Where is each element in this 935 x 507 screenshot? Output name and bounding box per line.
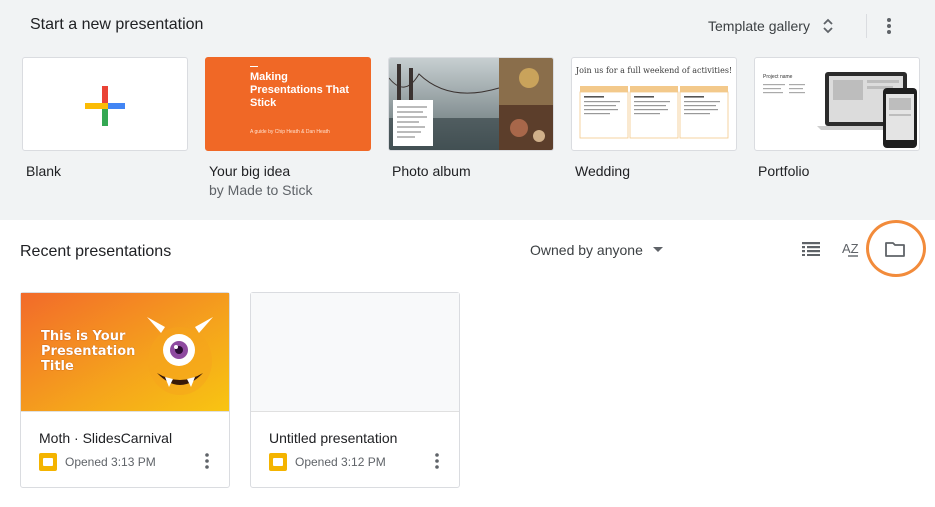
list-view-icon (802, 242, 820, 256)
divider (866, 14, 867, 38)
photo-album-illustration (389, 58, 553, 150)
dropdown-arrow-icon (652, 247, 663, 252)
thumb-title: Making Presentations That Stick (250, 71, 350, 109)
template-section: Start a new presentation Template galler… (0, 0, 935, 220)
owner-filter-label: Owned by anyone (530, 242, 643, 258)
slides-icon (269, 453, 287, 471)
template-thumbnail[interactable]: Making Presentations That Stick A guide … (205, 57, 371, 151)
recent-presentations-title: Recent presentations (20, 243, 172, 260)
template-thumbnail[interactable] (22, 57, 188, 151)
file-more-options-icon[interactable] (427, 449, 447, 473)
list-view-button[interactable] (794, 232, 828, 266)
file-meta: Opened 3:12 PM (269, 453, 386, 471)
plus-icon (85, 86, 125, 126)
template-blank[interactable]: Blank (22, 57, 188, 179)
start-new-presentation-title: Start a new presentation (30, 16, 204, 33)
template-thumbnail[interactable] (388, 57, 554, 151)
file-thumbnail[interactable]: This is Your Presentation Title (21, 293, 229, 412)
file-card-moth[interactable]: This is Your Presentation Title Moth · S… (20, 292, 230, 488)
sort-az-icon: AZ (842, 241, 859, 257)
file-title: Moth · SlidesCarnival (39, 430, 173, 446)
template-gallery-button[interactable]: Template gallery (700, 10, 842, 42)
template-gallery-label: Template gallery (708, 18, 810, 34)
template-thumbnail[interactable]: Join us for a full weekend of activities… (571, 57, 737, 151)
thumb-subtitle: A guide by Chip Heath & Dan Heath (250, 129, 330, 135)
opened-time: Opened 3:12 PM (295, 455, 386, 469)
file-meta: Opened 3:13 PM (39, 453, 156, 471)
slides-icon (39, 453, 57, 471)
devices-illustration (763, 72, 917, 148)
template-name: Wedding (575, 163, 631, 179)
template-wedding[interactable]: Join us for a full weekend of activities… (571, 57, 737, 179)
template-your-big-idea[interactable]: Making Presentations That Stick A guide … (205, 57, 371, 198)
decor-line (250, 66, 258, 67)
unfold-icon (823, 18, 833, 34)
sort-button[interactable]: AZ (836, 232, 870, 266)
opened-time: Opened 3:13 PM (65, 455, 156, 469)
file-thumbnail[interactable] (251, 293, 459, 412)
schedule-illustration (579, 86, 729, 139)
file-more-options-icon[interactable] (197, 449, 217, 473)
file-card-untitled[interactable]: Untitled presentation Opened 3:12 PM (250, 292, 460, 488)
template-name: Blank (26, 163, 62, 179)
template-photo-album[interactable]: Photo album (388, 57, 554, 179)
more-options-icon[interactable] (876, 12, 902, 40)
owner-filter-dropdown[interactable]: Owned by anyone (524, 236, 669, 264)
template-portfolio[interactable]: Project name Portfolio (754, 57, 920, 179)
template-author: by Made to Stick (209, 182, 313, 198)
template-name: Portfolio (758, 163, 810, 179)
template-name: Photo album (392, 163, 471, 179)
template-name: Your big idea (209, 163, 291, 179)
template-thumbnail[interactable]: Project name (754, 57, 920, 151)
sort-label: AZ (842, 241, 859, 256)
thumb-title: This is Your Presentation Title (41, 329, 136, 374)
file-title: Untitled presentation (269, 430, 398, 446)
highlight-ring (866, 220, 926, 277)
